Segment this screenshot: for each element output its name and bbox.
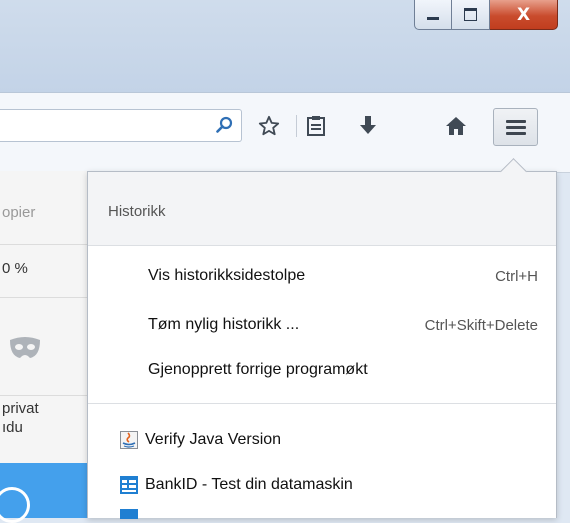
window-titlebar: X: [0, 0, 570, 92]
java-icon: [120, 431, 138, 449]
home-icon[interactable]: [444, 114, 468, 138]
zoom-level: 0 %: [2, 260, 28, 277]
menu-item-label: Vis historikksidestolpe: [148, 267, 306, 284]
history-entry[interactable]: BankID - Test din datamaskin: [88, 470, 556, 500]
menu-item-label: Gjenopprett forrige programøkt: [148, 361, 368, 378]
window-controls: X: [414, 0, 558, 30]
star-icon[interactable]: [257, 114, 281, 138]
private-window-label-1: privat: [2, 400, 39, 417]
history-entry[interactable]: Verify Java Version: [88, 425, 556, 455]
customize-footer[interactable]: [0, 463, 95, 523]
close-icon: X: [516, 4, 531, 25]
clear-recent-history-item[interactable]: Tøm nylig historikk ... Ctrl+Skift+Delet…: [88, 310, 556, 340]
history-panel: Historikk Vis historikksidestolpe Ctrl+H…: [87, 158, 557, 519]
reading-list-icon[interactable]: [304, 114, 328, 138]
zoom-row: 0 %: [0, 245, 92, 298]
panel-divider: [0, 395, 92, 396]
menu-item-shortcut: Ctrl+H: [495, 268, 538, 285]
menu-item-label: Tøm nylig historikk ...: [148, 316, 300, 333]
private-window-button[interactable]: privat ıdu: [0, 400, 92, 440]
history-entry-label: Verify Java Version: [145, 431, 282, 448]
panel-title: Historikk: [108, 203, 166, 220]
copy-label: opier: [2, 204, 36, 221]
private-window-mask-icon: [10, 337, 40, 358]
private-window-label-2: ıdu: [2, 419, 23, 436]
history-panel-header: Historikk: [88, 172, 556, 246]
minimize-icon: [427, 17, 439, 20]
download-icon[interactable]: [356, 114, 380, 138]
open-menu-button[interactable]: [493, 108, 538, 146]
menu-item-shortcut: Ctrl+Skift+Delete: [424, 317, 538, 334]
maximize-icon: [464, 8, 477, 21]
menu-panel-background: opier 0 % privat ıdu: [0, 171, 96, 523]
show-history-sidebar-item[interactable]: Vis historikksidestolpe Ctrl+H: [88, 261, 556, 291]
toolbar-separator: [296, 115, 297, 137]
restore-previous-session-item[interactable]: Gjenopprett forrige programøkt: [88, 355, 556, 385]
url-bar[interactable]: [0, 109, 242, 142]
navigation-toolbar: [0, 92, 570, 173]
search-icon[interactable]: [215, 116, 233, 134]
maximize-button[interactable]: [452, 0, 490, 30]
history-entry-label: BankID - Test din datamaskin: [145, 476, 353, 493]
minimize-button[interactable]: [414, 0, 452, 30]
close-button[interactable]: X: [490, 0, 558, 30]
bankid-icon: [120, 476, 138, 494]
copy-row[interactable]: opier: [0, 171, 92, 245]
hamburger-menu-icon: [505, 117, 526, 138]
history-divider: [88, 403, 556, 404]
